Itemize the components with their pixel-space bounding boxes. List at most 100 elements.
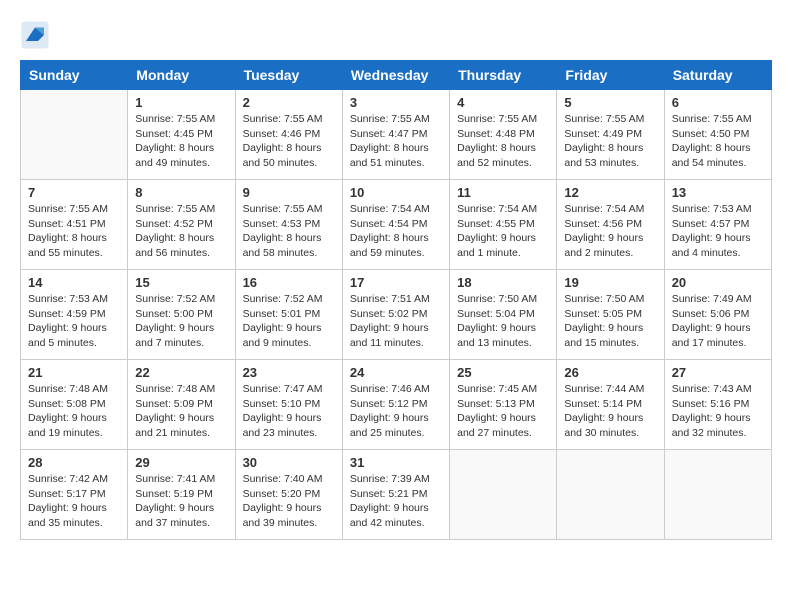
day-info: Sunrise: 7:43 AM Sunset: 5:16 PM Dayligh… [672,382,764,441]
calendar-week-row: 28 Sunrise: 7:42 AM Sunset: 5:17 PM Dayli… [21,450,772,540]
calendar-week-row: 7Sunrise: 7:55 AM Sunset: 4:51 PM Daylig… [21,180,772,270]
day-number: 19 [564,275,656,290]
day-info: Sunrise: 7:46 AM Sunset: 5:12 PM Dayligh… [350,382,442,441]
day-number: 7 [28,185,120,200]
calendar-cell: 15 Sunrise: 7:52 AM Sunset: 5:00 PM Dayli… [128,270,235,360]
calendar-cell: 31 Sunrise: 7:39 AM Sunset: 5:21 PM Dayli… [342,450,449,540]
day-info: Sunrise: 7:54 AM Sunset: 4:55 PM Dayligh… [457,202,549,261]
day-info: Sunrise: 7:39 AM Sunset: 5:21 PM Dayligh… [350,472,442,531]
calendar-cell [450,450,557,540]
calendar-cell: 12Sunrise: 7:54 AM Sunset: 4:56 PM Dayli… [557,180,664,270]
day-number: 1 [135,95,227,110]
day-info: Sunrise: 7:55 AM Sunset: 4:49 PM Dayligh… [564,112,656,171]
calendar-cell [664,450,771,540]
day-number: 5 [564,95,656,110]
page-header [20,20,772,50]
calendar-cell: 3 Sunrise: 7:55 AM Sunset: 4:47 PM Daylig… [342,90,449,180]
weekday-header-sunday: Sunday [21,61,128,90]
day-number: 14 [28,275,120,290]
calendar-cell [21,90,128,180]
day-number: 17 [350,275,442,290]
calendar-week-row: 14 Sunrise: 7:53 AM Sunset: 4:59 PM Dayli… [21,270,772,360]
calendar-week-row: 1 Sunrise: 7:55 AM Sunset: 4:45 PM Daylig… [21,90,772,180]
day-number: 26 [564,365,656,380]
logo [20,20,54,50]
calendar-cell: 13 Sunrise: 7:53 AM Sunset: 4:57 PM Dayli… [664,180,771,270]
calendar-cell: 21 Sunrise: 7:48 AM Sunset: 5:08 PM Dayli… [21,360,128,450]
day-number: 9 [243,185,335,200]
calendar-cell: 29 Sunrise: 7:41 AM Sunset: 5:19 PM Dayli… [128,450,235,540]
day-info: Sunrise: 7:55 AM Sunset: 4:48 PM Dayligh… [457,112,549,171]
day-number: 30 [243,455,335,470]
day-number: 16 [243,275,335,290]
day-info: Sunrise: 7:49 AM Sunset: 5:06 PM Dayligh… [672,292,764,351]
day-info: Sunrise: 7:55 AM Sunset: 4:45 PM Dayligh… [135,112,227,171]
weekday-header-saturday: Saturday [664,61,771,90]
day-info: Sunrise: 7:52 AM Sunset: 5:00 PM Dayligh… [135,292,227,351]
day-number: 10 [350,185,442,200]
day-info: Sunrise: 7:53 AM Sunset: 4:59 PM Dayligh… [28,292,120,351]
day-number: 18 [457,275,549,290]
day-info: Sunrise: 7:55 AM Sunset: 4:47 PM Dayligh… [350,112,442,171]
weekday-header-monday: Monday [128,61,235,90]
day-info: Sunrise: 7:55 AM Sunset: 4:46 PM Dayligh… [243,112,335,171]
day-number: 15 [135,275,227,290]
day-info: Sunrise: 7:50 AM Sunset: 5:04 PM Dayligh… [457,292,549,351]
calendar-cell: 4 Sunrise: 7:55 AM Sunset: 4:48 PM Daylig… [450,90,557,180]
day-info: Sunrise: 7:55 AM Sunset: 4:53 PM Dayligh… [243,202,335,261]
calendar-cell: 23 Sunrise: 7:47 AM Sunset: 5:10 PM Dayli… [235,360,342,450]
calendar-cell: 6Sunrise: 7:55 AM Sunset: 4:50 PM Daylig… [664,90,771,180]
weekday-header-tuesday: Tuesday [235,61,342,90]
calendar-cell [557,450,664,540]
day-info: Sunrise: 7:42 AM Sunset: 5:17 PM Dayligh… [28,472,120,531]
day-info: Sunrise: 7:54 AM Sunset: 4:54 PM Dayligh… [350,202,442,261]
day-info: Sunrise: 7:48 AM Sunset: 5:09 PM Dayligh… [135,382,227,441]
calendar-cell: 8 Sunrise: 7:55 AM Sunset: 4:52 PM Daylig… [128,180,235,270]
day-number: 28 [28,455,120,470]
day-info: Sunrise: 7:55 AM Sunset: 4:52 PM Dayligh… [135,202,227,261]
calendar-cell: 26 Sunrise: 7:44 AM Sunset: 5:14 PM Dayli… [557,360,664,450]
calendar-cell: 22 Sunrise: 7:48 AM Sunset: 5:09 PM Dayli… [128,360,235,450]
logo-icon [20,20,50,50]
day-info: Sunrise: 7:45 AM Sunset: 5:13 PM Dayligh… [457,382,549,441]
calendar-cell: 30Sunrise: 7:40 AM Sunset: 5:20 PM Dayli… [235,450,342,540]
day-number: 11 [457,185,549,200]
day-number: 13 [672,185,764,200]
calendar-cell: 1 Sunrise: 7:55 AM Sunset: 4:45 PM Daylig… [128,90,235,180]
day-number: 23 [243,365,335,380]
weekday-header-friday: Friday [557,61,664,90]
day-number: 25 [457,365,549,380]
calendar-cell: 28 Sunrise: 7:42 AM Sunset: 5:17 PM Dayli… [21,450,128,540]
weekday-header-row: SundayMondayTuesdayWednesdayThursdayFrid… [21,61,772,90]
day-number: 24 [350,365,442,380]
weekday-header-thursday: Thursday [450,61,557,90]
calendar-cell: 17Sunrise: 7:51 AM Sunset: 5:02 PM Dayli… [342,270,449,360]
day-info: Sunrise: 7:44 AM Sunset: 5:14 PM Dayligh… [564,382,656,441]
day-number: 12 [564,185,656,200]
calendar-cell: 2Sunrise: 7:55 AM Sunset: 4:46 PM Daylig… [235,90,342,180]
day-info: Sunrise: 7:53 AM Sunset: 4:57 PM Dayligh… [672,202,764,261]
day-number: 8 [135,185,227,200]
day-number: 31 [350,455,442,470]
day-number: 21 [28,365,120,380]
day-number: 29 [135,455,227,470]
day-number: 20 [672,275,764,290]
day-info: Sunrise: 7:41 AM Sunset: 5:19 PM Dayligh… [135,472,227,531]
day-info: Sunrise: 7:47 AM Sunset: 5:10 PM Dayligh… [243,382,335,441]
calendar-cell: 20 Sunrise: 7:49 AM Sunset: 5:06 PM Dayli… [664,270,771,360]
day-info: Sunrise: 7:55 AM Sunset: 4:50 PM Dayligh… [672,112,764,171]
day-info: Sunrise: 7:52 AM Sunset: 5:01 PM Dayligh… [243,292,335,351]
calendar-cell: 18 Sunrise: 7:50 AM Sunset: 5:04 PM Dayli… [450,270,557,360]
calendar-week-row: 21 Sunrise: 7:48 AM Sunset: 5:08 PM Dayli… [21,360,772,450]
calendar-cell: 11 Sunrise: 7:54 AM Sunset: 4:55 PM Dayli… [450,180,557,270]
calendar-table: SundayMondayTuesdayWednesdayThursdayFrid… [20,60,772,540]
day-number: 4 [457,95,549,110]
day-info: Sunrise: 7:50 AM Sunset: 5:05 PM Dayligh… [564,292,656,351]
weekday-header-wednesday: Wednesday [342,61,449,90]
calendar-cell: 9 Sunrise: 7:55 AM Sunset: 4:53 PM Daylig… [235,180,342,270]
calendar-cell: 19 Sunrise: 7:50 AM Sunset: 5:05 PM Dayli… [557,270,664,360]
day-info: Sunrise: 7:48 AM Sunset: 5:08 PM Dayligh… [28,382,120,441]
calendar-cell: 5 Sunrise: 7:55 AM Sunset: 4:49 PM Daylig… [557,90,664,180]
day-number: 3 [350,95,442,110]
day-number: 22 [135,365,227,380]
